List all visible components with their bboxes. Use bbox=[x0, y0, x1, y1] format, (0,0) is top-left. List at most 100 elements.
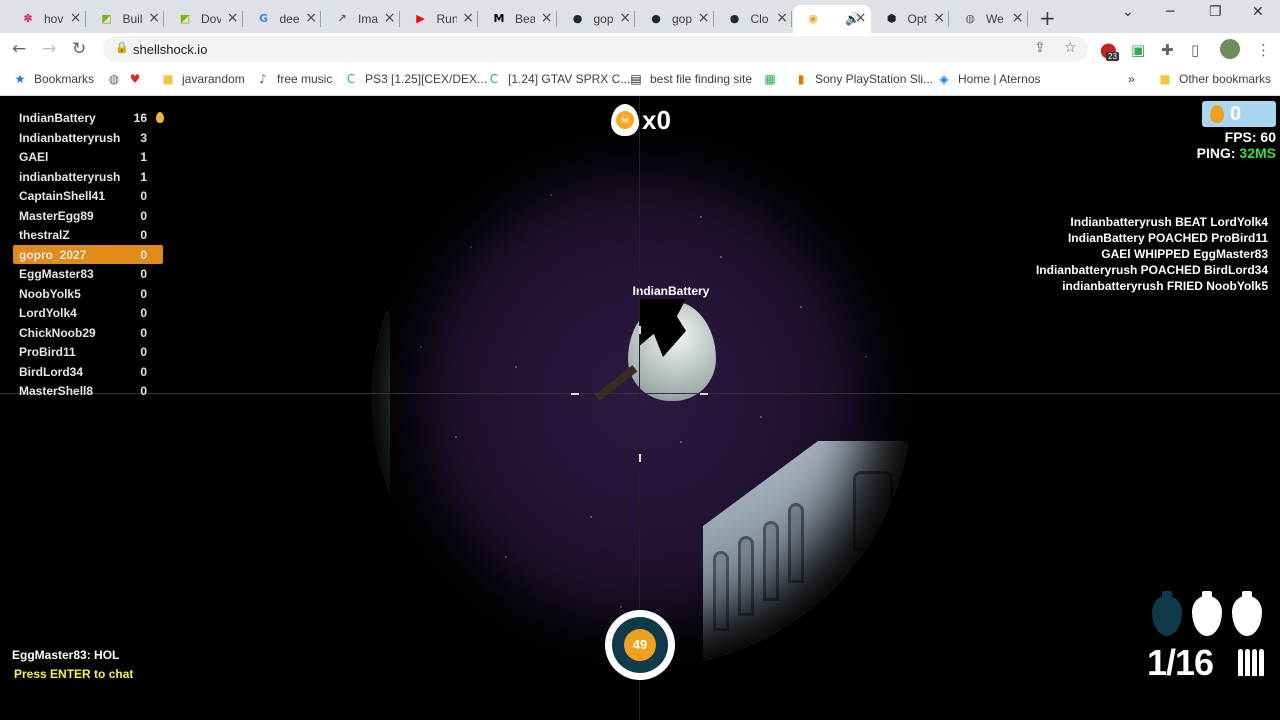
lock-icon[interactable]: 🔒 bbox=[115, 41, 129, 54]
tab-search-icon[interactable]: ⌄ bbox=[1122, 4, 1134, 20]
browser-tab[interactable]: ▶ Run × bbox=[401, 5, 478, 33]
github-icon: ● bbox=[651, 12, 661, 25]
maximize-icon[interactable]: ❐ bbox=[1209, 4, 1222, 20]
new-tab-button[interactable]: + bbox=[1039, 6, 1056, 30]
health-ring: 49 bbox=[612, 617, 668, 673]
bullet-icon bbox=[1252, 649, 1257, 676]
nvidia-icon: ◩ bbox=[179, 12, 191, 25]
scoreboard-row: MasterShell8 0 bbox=[13, 381, 163, 401]
bookmark-star-icon[interactable]: ☆ bbox=[1064, 40, 1077, 56]
bullet-icon bbox=[1245, 649, 1250, 676]
close-tab-icon[interactable]: × bbox=[541, 11, 553, 25]
player-name: MasterShell8 bbox=[19, 384, 94, 398]
player-score: 0 bbox=[140, 189, 147, 203]
player-name: ProBird11 bbox=[19, 345, 76, 359]
browser-tab[interactable]: ◍ We × bbox=[950, 5, 1028, 33]
bookmarks-icon: ★ bbox=[14, 72, 26, 86]
menu-icon[interactable]: ⋮ bbox=[1256, 41, 1271, 59]
close-tab-icon[interactable]: × bbox=[619, 11, 631, 25]
bookmark-item[interactable]: ▮ Sony PlayStation Sli... bbox=[794, 72, 933, 86]
close-tab-icon[interactable]: × bbox=[148, 11, 160, 25]
close-tab-icon[interactable]: × bbox=[70, 11, 82, 25]
health-meter: 49 bbox=[605, 610, 675, 680]
browser-tab[interactable]: ● gop × bbox=[636, 5, 714, 33]
bookmark-item[interactable]: ◍ bbox=[107, 72, 128, 86]
game-canvas[interactable]: IndianBattery ☠ x0 IndianBattery 16 Indian… bbox=[0, 96, 1280, 720]
browser-tab[interactable]: ● gop × bbox=[558, 5, 635, 33]
browser-tab[interactable]: M Bea × bbox=[479, 5, 557, 33]
globe-icon: ◍ bbox=[108, 72, 120, 86]
close-tab-icon[interactable]: × bbox=[698, 11, 710, 25]
close-tab-icon[interactable]: × bbox=[855, 11, 867, 25]
bookmarks-bar: ★ Bookmarks ◍ ♥ ■ javarandom ♪ free music C PS3 [… bbox=[0, 65, 1280, 96]
url-text[interactable]: shellshock.io bbox=[133, 42, 207, 57]
back-icon[interactable]: ← bbox=[12, 39, 26, 59]
profile-avatar[interactable] bbox=[1220, 39, 1240, 59]
tab-title: gop bbox=[672, 12, 692, 26]
scope-vignette bbox=[372, 128, 912, 668]
bookmark-item[interactable]: ♥ bbox=[128, 72, 149, 86]
tab-separator bbox=[555, 11, 557, 27]
browser-tab[interactable]: ◩ Dov × bbox=[165, 5, 243, 33]
extensions-puzzle-icon[interactable]: ✚ bbox=[1161, 41, 1174, 59]
crosshair-left-tick bbox=[571, 393, 579, 395]
browser-tab[interactable]: Gdee × bbox=[244, 5, 321, 33]
health-value: 49 bbox=[624, 629, 656, 661]
player-name: thestralZ bbox=[19, 228, 70, 242]
close-tab-icon[interactable]: × bbox=[933, 11, 945, 25]
forward-icon[interactable]: → bbox=[42, 39, 56, 59]
more-bookmarks-button[interactable]: » bbox=[1128, 72, 1135, 86]
scoreboard-row: ProBird11 0 bbox=[13, 342, 163, 362]
browser-tab[interactable]: ⬢ Opt × bbox=[872, 5, 949, 33]
reload-icon[interactable]: ↻ bbox=[72, 39, 86, 59]
close-tab-icon[interactable]: × bbox=[776, 11, 788, 25]
bookmark-label: Home | Aternos bbox=[958, 72, 1041, 86]
tab-title: dee bbox=[279, 12, 300, 26]
other-bookmarks-folder[interactable]: ■ Other bookmarks bbox=[1158, 72, 1271, 86]
tab-separator bbox=[241, 11, 243, 27]
printer-icon: ▤ bbox=[630, 72, 642, 86]
bookmark-item[interactable]: C [1.24] GTAV SPRX C... bbox=[487, 72, 630, 86]
minimize-icon[interactable]: ─ bbox=[1166, 4, 1174, 20]
player-score: 0 bbox=[140, 306, 147, 320]
grenade-icon bbox=[1232, 591, 1262, 636]
egg-currency-box[interactable]: 0 bbox=[1202, 101, 1276, 127]
close-tab-icon[interactable]: × bbox=[462, 11, 474, 25]
bookmark-item[interactable]: ◈ Home | Aternos bbox=[937, 72, 1041, 86]
player-score: 3 bbox=[140, 130, 147, 145]
share-icon[interactable]: ⇪ bbox=[1034, 40, 1046, 56]
close-tab-icon[interactable]: × bbox=[1012, 11, 1024, 25]
bookmark-item[interactable]: C PS3 [1.25][CEX/DEX... bbox=[344, 72, 487, 86]
player-score: 0 bbox=[140, 364, 147, 379]
close-tab-icon[interactable]: × bbox=[305, 11, 317, 25]
extension-2-icon[interactable]: ▣ bbox=[1131, 41, 1145, 59]
bookmark-item[interactable]: ■ javarandom bbox=[161, 72, 244, 86]
bookmark-item[interactable]: ▦ bbox=[763, 72, 784, 86]
bookmark-item[interactable]: ▤ best file finding site bbox=[629, 72, 752, 86]
bookmark-item[interactable]: ♪ free music bbox=[256, 72, 332, 86]
close-window-icon[interactable]: ✕ bbox=[1252, 4, 1264, 20]
browser-tab[interactable]: ✽ hov × bbox=[8, 5, 86, 33]
tab-separator bbox=[320, 11, 321, 27]
close-tab-icon[interactable]: × bbox=[384, 11, 396, 25]
youtube-icon: ▶ bbox=[416, 12, 425, 25]
player-name: gopro_2027 bbox=[19, 247, 87, 262]
aternos-icon: ◈ bbox=[939, 72, 949, 86]
golden-egg-icon bbox=[1210, 105, 1224, 123]
address-bar[interactable]: 🔒 shellshock.io ⇪ ☆ bbox=[103, 36, 1088, 62]
browser-tab[interactable]: ● Clo × bbox=[715, 5, 792, 33]
google-icon: G bbox=[258, 12, 269, 25]
player-score: 0 bbox=[140, 247, 147, 262]
browser-tab[interactable]: ◩ Buil × bbox=[87, 5, 164, 33]
side-panel-icon[interactable]: ▯ bbox=[1191, 41, 1199, 59]
close-tab-icon[interactable]: × bbox=[227, 11, 239, 25]
chat-box[interactable]: EggMaster83: HOL Press ENTER to chat bbox=[12, 648, 133, 681]
tab-separator bbox=[1026, 11, 1028, 27]
player-name: CaptainShell41 bbox=[19, 189, 106, 203]
browser-tab[interactable]: ◉ 🔊 × bbox=[793, 5, 871, 33]
bookmark-item[interactable]: ★ Bookmarks bbox=[13, 72, 94, 86]
tab-strip: ✽ hov × ◩ Buil × ◩ Dov × Gdee × ↗ Ima × ▶ Run × M Bea × ● gop… bbox=[0, 0, 1280, 33]
scoreboard-row: LordYolk4 0 bbox=[13, 303, 163, 323]
browser-tab[interactable]: ↗ Ima × bbox=[322, 5, 400, 33]
leader-egg-icon bbox=[156, 112, 164, 123]
